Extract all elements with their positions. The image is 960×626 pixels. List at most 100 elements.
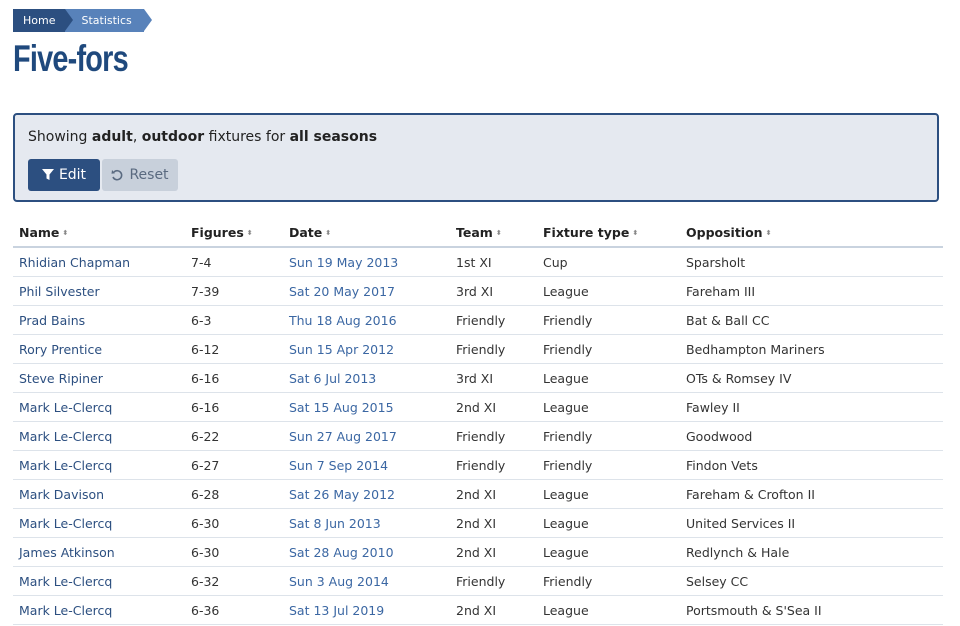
- breadcrumb: Home Statistics: [13, 9, 153, 32]
- fixture-type-cell: League: [537, 537, 680, 567]
- column-header-label: Figures: [191, 224, 244, 240]
- summary-sep: ,: [132, 129, 142, 145]
- breadcrumb-statistics[interactable]: Statistics: [65, 9, 153, 32]
- date-link[interactable]: Sat 28 Aug 2010: [283, 537, 450, 567]
- reset-button-label: Reset: [129, 167, 169, 183]
- figures-cell: 6-12: [185, 334, 283, 364]
- team-cell: 3rd XI: [450, 363, 537, 393]
- table-row: Prad Bains 6-3 Thu 18 Aug 2016 Friendly Frie…: [13, 305, 943, 335]
- fixture-type-cell: League: [537, 276, 680, 306]
- figures-cell: 6-16: [185, 392, 283, 422]
- reset-button[interactable]: Reset: [102, 159, 178, 191]
- summary-venue: outdoor: [141, 129, 205, 145]
- filter-panel: Showing adult, outdoor fixtures for all …: [13, 113, 939, 202]
- figures-cell: 7-39: [185, 276, 283, 306]
- breadcrumb-home[interactable]: Home: [13, 9, 75, 32]
- opposition-cell: Redlynch & Hale: [680, 537, 943, 567]
- player-name-link[interactable]: Mark Le-Clercq: [13, 392, 185, 422]
- column-header-fixture-type[interactable]: Fixture type ⬍: [537, 218, 680, 248]
- date-link[interactable]: Sat 26 May 2012: [283, 479, 450, 509]
- edit-button-label: Edit: [58, 167, 87, 183]
- five-fors-table: Name ⬍ Figures ⬍ Date ⬍ Team ⬍ Fixture type ⬍ Oppo…: [13, 218, 943, 625]
- player-name-link[interactable]: Mark Le-Clercq: [13, 566, 185, 596]
- table-row: Phil Silvester 7-39 Sat 20 May 2017 3rd XI L…: [13, 276, 943, 306]
- column-header-date[interactable]: Date ⬍: [283, 218, 450, 248]
- figures-cell: 6-16: [185, 363, 283, 393]
- date-link[interactable]: Sat 8 Jun 2013: [283, 508, 450, 538]
- date-link[interactable]: Sun 19 May 2013: [283, 247, 450, 277]
- date-link[interactable]: Sun 15 Apr 2012: [283, 334, 450, 364]
- player-name-link[interactable]: Steve Ripiner: [13, 363, 185, 393]
- team-cell: 2nd XI: [450, 479, 537, 509]
- figures-cell: 7-4: [185, 247, 283, 277]
- date-link[interactable]: Sat 13 Jul 2019: [283, 595, 450, 625]
- table-row: Mark Le-Clercq 6-36 Sat 13 Jul 2019 2nd XI L…: [13, 595, 943, 625]
- team-cell: 2nd XI: [450, 537, 537, 567]
- table-row: Rory Prentice 6-12 Sun 15 Apr 2012 Friendly…: [13, 334, 943, 364]
- table-row: James Atkinson 6-30 Sat 28 Aug 2010 2nd XI L…: [13, 537, 943, 567]
- sort-icon: ⬍: [62, 229, 69, 237]
- table-row: Mark Davison 6-28 Sat 26 May 2012 2nd XI Lea…: [13, 479, 943, 509]
- fixture-type-cell: League: [537, 595, 680, 625]
- fixture-type-cell: Cup: [537, 247, 680, 277]
- table-row: Mark Le-Clercq 6-27 Sun 7 Sep 2014 Friendly…: [13, 450, 943, 480]
- figures-cell: 6-30: [185, 537, 283, 567]
- figures-cell: 6-3: [185, 305, 283, 335]
- edit-button[interactable]: Edit: [28, 159, 100, 191]
- figures-cell: 6-22: [185, 421, 283, 451]
- team-cell: 1st XI: [450, 247, 537, 277]
- sort-icon: ⬍: [325, 229, 332, 237]
- fixture-type-cell: Friendly: [537, 450, 680, 480]
- table-row: Mark Le-Clercq 6-32 Sun 3 Aug 2014 Friendly…: [13, 566, 943, 596]
- sort-icon: ⬍: [246, 229, 253, 237]
- figures-cell: 6-27: [185, 450, 283, 480]
- opposition-cell: Bedhampton Mariners: [680, 334, 943, 364]
- team-cell: 2nd XI: [450, 595, 537, 625]
- player-name-link[interactable]: Mark Le-Clercq: [13, 421, 185, 451]
- team-cell: Friendly: [450, 450, 537, 480]
- summary-age: adult: [91, 129, 133, 145]
- player-name-link[interactable]: James Atkinson: [13, 537, 185, 567]
- filter-summary: Showing adult, outdoor fixtures for all …: [28, 129, 377, 145]
- date-link[interactable]: Sun 7 Sep 2014: [283, 450, 450, 480]
- column-header-label: Team: [456, 224, 493, 240]
- date-link[interactable]: Sat 20 May 2017: [283, 276, 450, 306]
- player-name-link[interactable]: Rhidian Chapman: [13, 247, 185, 277]
- opposition-cell: Selsey CC: [680, 566, 943, 596]
- summary-seasons: all seasons: [289, 129, 378, 145]
- team-cell: Friendly: [450, 305, 537, 335]
- fixture-type-cell: League: [537, 392, 680, 422]
- figures-cell: 6-30: [185, 508, 283, 538]
- opposition-cell: Fawley II: [680, 392, 943, 422]
- undo-icon: [111, 169, 123, 181]
- player-name-link[interactable]: Mark Davison: [13, 479, 185, 509]
- player-name-link[interactable]: Mark Le-Clercq: [13, 450, 185, 480]
- fixture-type-cell: League: [537, 479, 680, 509]
- column-header-team[interactable]: Team ⬍: [450, 218, 537, 248]
- player-name-link[interactable]: Mark Le-Clercq: [13, 508, 185, 538]
- column-header-label: Date: [289, 224, 323, 240]
- date-link[interactable]: Thu 18 Aug 2016: [283, 305, 450, 335]
- fixture-type-cell: Friendly: [537, 421, 680, 451]
- date-link[interactable]: Sun 3 Aug 2014: [283, 566, 450, 596]
- column-header-name[interactable]: Name ⬍: [13, 218, 185, 248]
- date-link[interactable]: Sat 6 Jul 2013: [283, 363, 450, 393]
- player-name-link[interactable]: Prad Bains: [13, 305, 185, 335]
- table-row: Mark Le-Clercq 6-16 Sat 15 Aug 2015 2nd XI L…: [13, 392, 943, 422]
- fixture-type-cell: League: [537, 508, 680, 538]
- sort-icon: ⬍: [495, 229, 502, 237]
- team-cell: 2nd XI: [450, 392, 537, 422]
- date-link[interactable]: Sat 15 Aug 2015: [283, 392, 450, 422]
- player-name-link[interactable]: Mark Le-Clercq: [13, 595, 185, 625]
- column-header-figures[interactable]: Figures ⬍: [185, 218, 283, 248]
- date-link[interactable]: Sun 27 Aug 2017: [283, 421, 450, 451]
- table-row: Mark Le-Clercq 6-30 Sat 8 Jun 2013 2nd XI Le…: [13, 508, 943, 538]
- opposition-cell: Sparsholt: [680, 247, 943, 277]
- column-header-opposition[interactable]: Opposition ⬍: [680, 218, 943, 248]
- player-name-link[interactable]: Phil Silvester: [13, 276, 185, 306]
- opposition-cell: OTs & Romsey IV: [680, 363, 943, 393]
- player-name-link[interactable]: Rory Prentice: [13, 334, 185, 364]
- table-row: Steve Ripiner 6-16 Sat 6 Jul 2013 3rd XI Lea…: [13, 363, 943, 393]
- column-header-label: Opposition: [686, 224, 763, 240]
- opposition-cell: Bat & Ball CC: [680, 305, 943, 335]
